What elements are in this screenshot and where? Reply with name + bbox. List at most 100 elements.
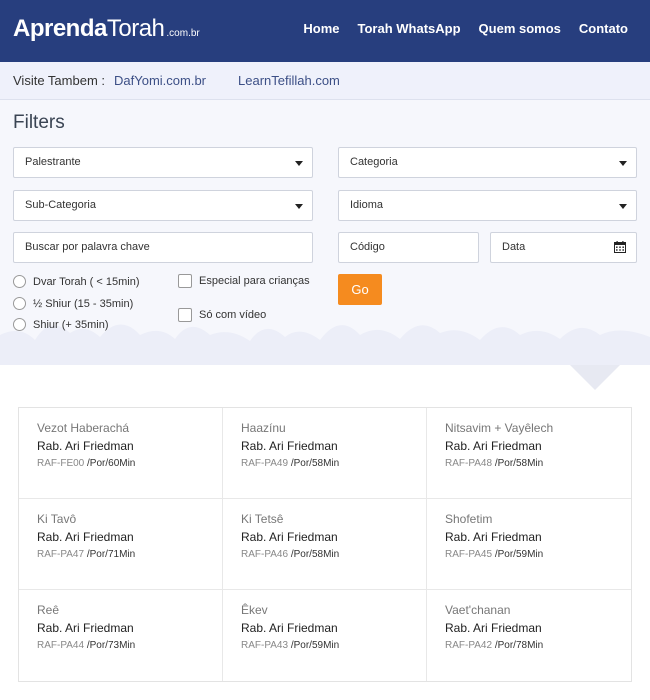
result-card[interactable]: Nitsavim + Vayêlech Rab. Ari Friedman RA… — [427, 408, 631, 499]
card-author: Rab. Ari Friedman — [37, 439, 134, 453]
checkbox-box[interactable] — [178, 274, 192, 288]
result-card[interactable]: Shofetim Rab. Ari Friedman RAF-PA45 /Por… — [427, 499, 631, 590]
calendar-icon[interactable] — [614, 241, 626, 253]
visit-bar: Visite Tambem : DafYomi.com.br LearnTefi… — [0, 62, 650, 100]
go-button[interactable]: Go — [338, 274, 382, 305]
site-header: AprendaTorah .com.br Home Torah WhatsApp … — [0, 0, 650, 62]
card-author: Rab. Ari Friedman — [241, 439, 338, 453]
search-placeholder: Buscar por palavra chave — [25, 241, 150, 253]
filters-panel: Filters Palestrante Categoria Sub-Catego… — [0, 100, 650, 365]
result-card[interactable]: Ki Tetsê Rab. Ari Friedman RAF-PA46 /Por… — [223, 499, 427, 590]
card-meta: RAF-PA48 /Por/58Min — [445, 458, 543, 469]
result-card[interactable]: Vezot Haberachá Rab. Ari Friedman RAF-FE… — [19, 408, 223, 499]
radio-shiur[interactable]: Shiur (+ 35min) — [13, 318, 109, 331]
card-code: RAF-PA45 — [445, 549, 493, 560]
card-title: Reê — [37, 603, 60, 617]
card-duration: /Por/60Min — [84, 458, 136, 469]
card-title: Êkev — [241, 603, 268, 617]
caret-down-icon — [619, 161, 627, 166]
checkbox-label: Só com vídeo — [199, 309, 267, 321]
nav-quem-somos[interactable]: Quem somos — [479, 21, 561, 36]
card-author: Rab. Ari Friedman — [445, 530, 542, 544]
result-card[interactable]: Haazínu Rab. Ari Friedman RAF-PA49 /Por/… — [223, 408, 427, 499]
card-author: Rab. Ari Friedman — [37, 621, 134, 635]
radio-label: Shiur (+ 35min) — [33, 318, 109, 331]
card-author: Rab. Ari Friedman — [37, 530, 134, 544]
card-meta: RAF-PA45 /Por/59Min — [445, 549, 543, 560]
nav-home[interactable]: Home — [303, 21, 339, 36]
card-author: Rab. Ari Friedman — [241, 530, 338, 544]
codigo-input[interactable]: Código — [338, 232, 479, 263]
card-meta: RAF-PA49 /Por/58Min — [241, 458, 339, 469]
card-meta: RAF-PA44 /Por/73Min — [37, 640, 135, 651]
link-learntefillah[interactable]: LearnTefillah.com — [238, 73, 340, 88]
card-code: RAF-PA42 — [445, 640, 493, 651]
radio-circle[interactable] — [13, 275, 26, 288]
card-duration: /Por/59Min — [288, 640, 340, 651]
nav-torah-whatsapp[interactable]: Torah WhatsApp — [358, 21, 461, 36]
card-meta: RAF-FE00 /Por/60Min — [37, 458, 135, 469]
result-card[interactable]: Vaet'chanan Rab. Ari Friedman RAF-PA42 /… — [427, 590, 631, 681]
card-author: Rab. Ari Friedman — [445, 439, 542, 453]
card-duration: /Por/73Min — [84, 640, 136, 651]
visit-label: Visite Tambem : — [13, 73, 106, 88]
card-code: RAF-PA49 — [241, 458, 289, 469]
checkbox-box[interactable] — [178, 308, 192, 322]
card-meta: RAF-PA47 /Por/71Min — [37, 549, 135, 560]
card-author: Rab. Ari Friedman — [445, 621, 542, 635]
filters-title: Filters — [13, 112, 65, 133]
card-author: Rab. Ari Friedman — [241, 621, 338, 635]
nav-contato[interactable]: Contato — [579, 21, 628, 36]
card-duration: /Por/58Min — [492, 458, 544, 469]
caret-down-icon — [619, 204, 627, 209]
radio-circle[interactable] — [13, 297, 26, 310]
data-placeholder: Data — [502, 241, 526, 253]
palestrante-select[interactable]: Palestrante — [13, 147, 313, 178]
search-keyword-input[interactable]: Buscar por palavra chave — [13, 232, 313, 263]
caret-down-icon — [295, 204, 303, 209]
card-title: Ki Tavô — [37, 512, 77, 526]
codigo-placeholder: Código — [350, 241, 385, 253]
card-code: RAF-PA48 — [445, 458, 493, 469]
radio-dvar-torah[interactable]: Dvar Torah ( < 15min) — [13, 275, 139, 288]
site-logo[interactable]: AprendaTorah .com.br — [13, 15, 200, 47]
card-meta: RAF-PA43 /Por/59Min — [241, 640, 339, 651]
result-card[interactable]: Ki Tavô Rab. Ari Friedman RAF-PA47 /Por/… — [19, 499, 223, 590]
checkbox-especial-criancas[interactable]: Especial para crianças — [178, 274, 310, 288]
card-code: RAF-PA46 — [241, 549, 289, 560]
card-title: Vaet'chanan — [445, 603, 511, 617]
card-duration: /Por/71Min — [84, 549, 136, 560]
radio-label: ½ Shiur (15 - 35min) — [33, 297, 134, 310]
card-code: RAF-PA44 — [37, 640, 85, 651]
palestrante-label: Palestrante — [25, 156, 81, 168]
logo-aprenda: Aprenda — [13, 15, 107, 42]
logo-torah: Torah — [106, 15, 165, 42]
data-input[interactable]: Data — [490, 232, 637, 263]
card-duration: /Por/78Min — [492, 640, 544, 651]
card-code: RAF-FE00 — [37, 458, 85, 469]
results-grid: Vezot Haberachá Rab. Ari Friedman RAF-FE… — [18, 407, 632, 682]
idioma-label: Idioma — [350, 199, 384, 211]
result-card[interactable]: Êkev Rab. Ari Friedman RAF-PA43 /Por/59M… — [223, 590, 427, 681]
checkbox-label: Especial para crianças — [199, 275, 310, 287]
result-card[interactable]: Reê Rab. Ari Friedman RAF-PA44 /Por/73Mi… — [19, 590, 223, 681]
card-meta: RAF-PA46 /Por/58Min — [241, 549, 339, 560]
radio-circle[interactable] — [13, 318, 26, 331]
radio-label: Dvar Torah ( < 15min) — [33, 275, 140, 288]
main-nav: Home Torah WhatsApp Quem somos Contato — [303, 21, 628, 36]
idioma-select[interactable]: Idioma — [338, 190, 637, 221]
subcategoria-label: Sub-Categoria — [25, 199, 96, 211]
card-code: RAF-PA43 — [241, 640, 289, 651]
radio-half-shiur[interactable]: ½ Shiur (15 - 35min) — [13, 297, 133, 310]
card-meta: RAF-PA42 /Por/78Min — [445, 640, 543, 651]
card-duration: /Por/58Min — [288, 549, 340, 560]
subcategoria-select[interactable]: Sub-Categoria — [13, 190, 313, 221]
card-duration: /Por/59Min — [492, 549, 544, 560]
card-title: Nitsavim + Vayêlech — [445, 421, 554, 435]
logo-domain: .com.br — [166, 28, 200, 39]
card-title: Shofetim — [445, 512, 493, 526]
categoria-select[interactable]: Categoria — [338, 147, 637, 178]
categoria-label: Categoria — [350, 156, 398, 168]
link-dafyomi[interactable]: DafYomi.com.br — [114, 73, 206, 88]
checkbox-so-com-video[interactable]: Só com vídeo — [178, 308, 266, 322]
